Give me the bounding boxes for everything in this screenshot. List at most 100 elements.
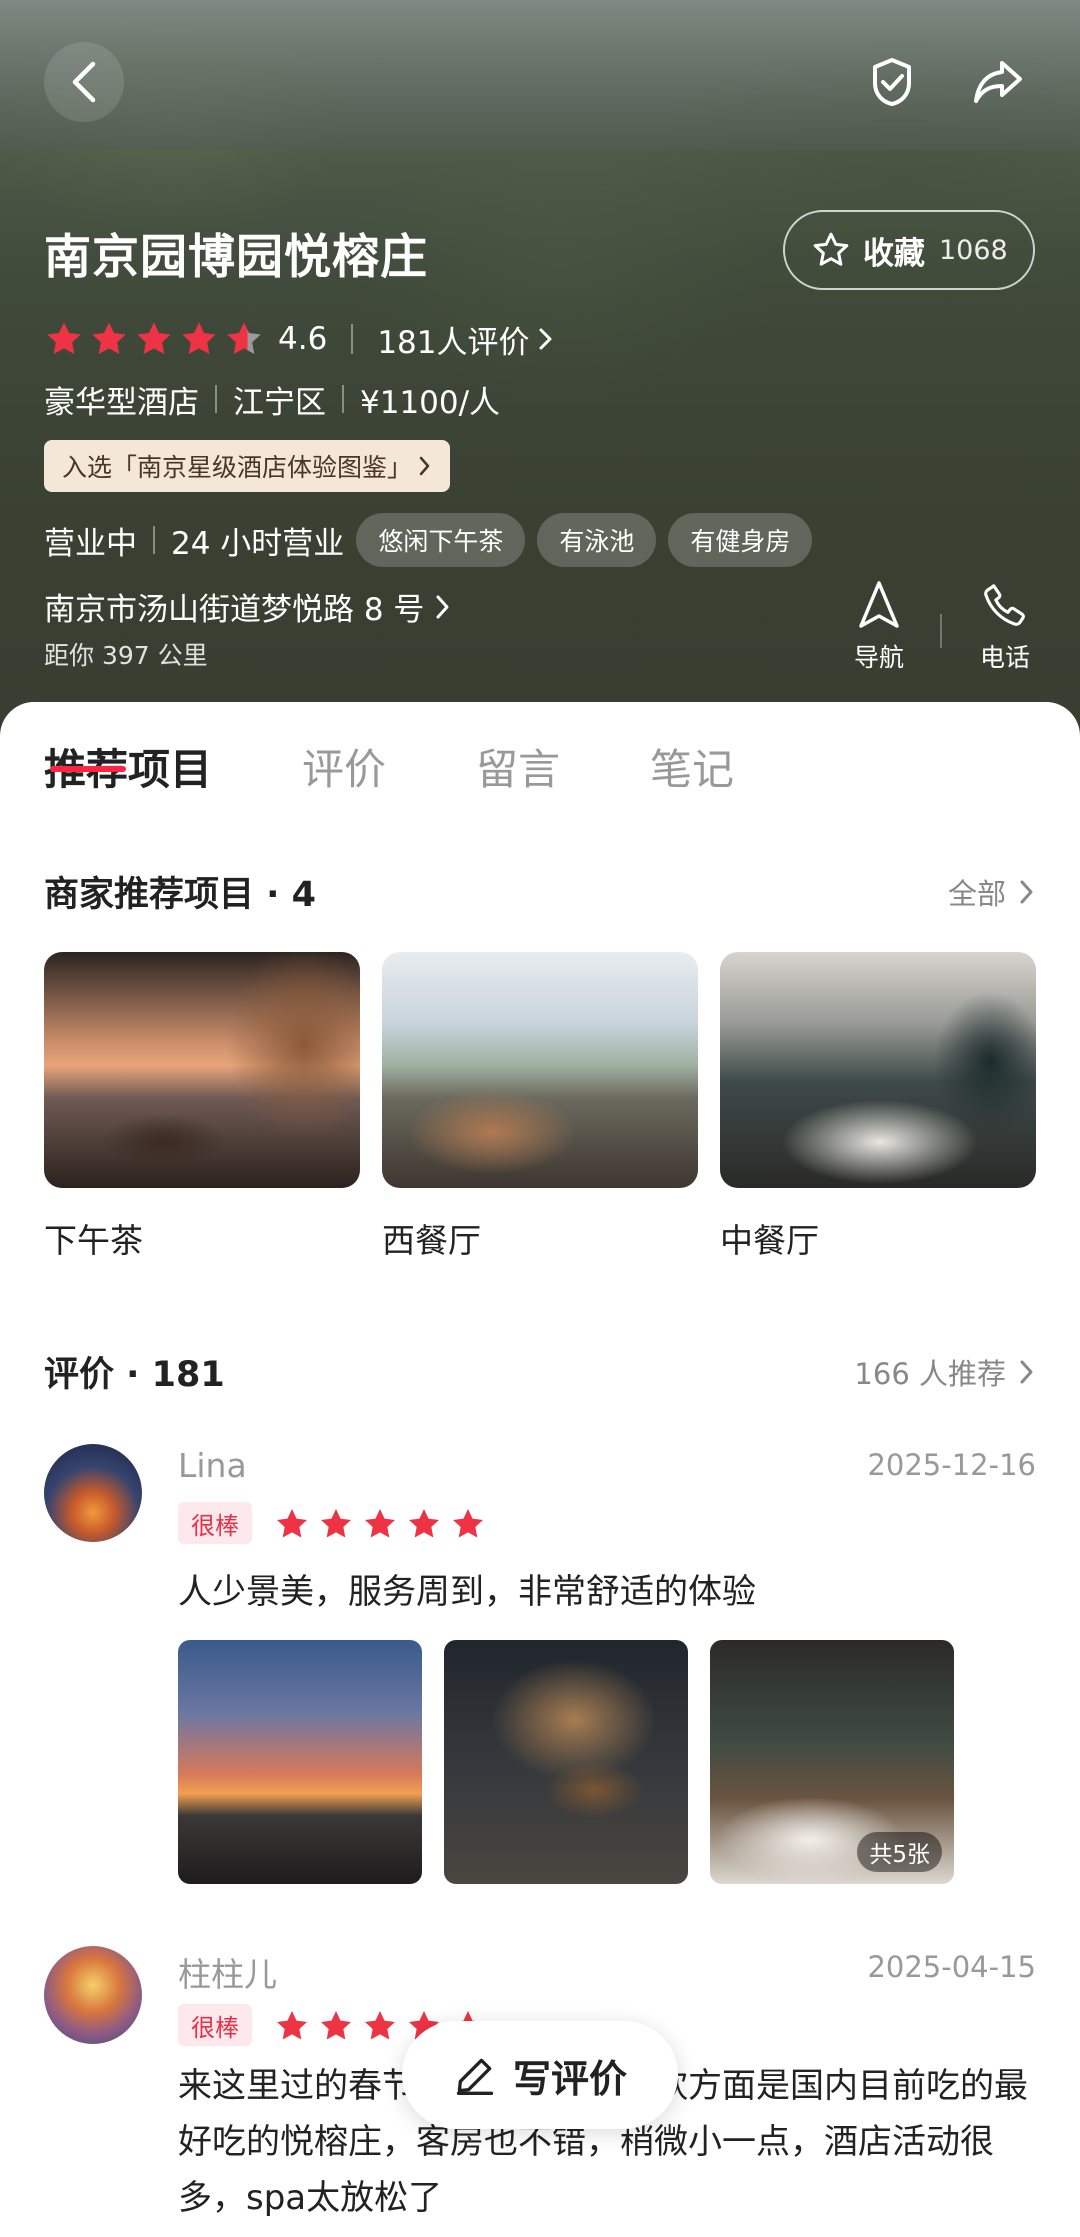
favorite-button[interactable]: 收藏 1068 <box>783 210 1035 290</box>
recommend-item-western-restaurant[interactable]: 西餐厅 <box>382 952 698 1262</box>
pencil-icon <box>456 2058 494 2095</box>
navigate-label: 导航 <box>853 643 904 672</box>
reviews-recommend-link[interactable]: 166 人推荐 <box>854 1351 1036 1393</box>
reviews-recommend-label: 166 人推荐 <box>854 1356 1006 1391</box>
tab-messages[interactable]: 留言 <box>476 736 560 800</box>
rating-stars <box>44 319 264 359</box>
star-icon <box>365 1509 395 1538</box>
review-photo[interactable] <box>444 1640 688 1884</box>
recommend-item-chinese-restaurant[interactable]: 中餐厅 <box>720 952 1036 1262</box>
verified-button[interactable] <box>852 42 932 122</box>
star-icon <box>47 322 81 354</box>
favorite-label: 收藏 <box>863 235 925 272</box>
review-count-label: 181人评价 <box>377 324 530 361</box>
recommend-item-name: 西餐厅 <box>382 1221 481 1260</box>
feature-chip-gym[interactable]: 有健身房 <box>668 513 813 567</box>
content-panel: 推荐项目 评价 留言 笔记 商家推荐项目 · 4 全部 下午茶 西餐厅 中餐厅 … <box>0 702 1080 2237</box>
chevron-left-icon <box>72 61 96 103</box>
rating-row: 4.6 181人评价 <box>44 316 555 362</box>
review-photo[interactable]: 共5张 <box>710 1640 954 1884</box>
review-username[interactable]: 柱柱儿 <box>178 1948 277 1996</box>
star-icon <box>182 322 216 354</box>
hotel-hero-header: 南京园博园悦榕庄 收藏 1068 4.6 181人评价 豪华型酒店 江宁区 ¥1… <box>0 0 1080 740</box>
review-count-link[interactable]: 181人评价 <box>377 317 555 362</box>
navigate-button[interactable]: 导航 <box>834 580 924 674</box>
recommend-item-afternoon-tea[interactable]: 下午茶 <box>44 952 360 1262</box>
favorite-count: 1068 <box>939 234 1008 266</box>
call-label: 电话 <box>979 643 1030 672</box>
award-badge[interactable]: 入选「南京星级酒店体验图鉴」 <box>44 440 451 492</box>
avatar[interactable] <box>44 1946 142 2044</box>
rating-score: 4.6 <box>278 321 328 357</box>
review-item[interactable]: Lina 2025-12-16 很棒 人少景美，服务周到，非常舒适的体验 共5张 <box>44 1444 1036 1894</box>
chevron-right-icon <box>539 328 552 350</box>
hotel-price: ¥1100/人 <box>360 384 501 421</box>
phone-icon <box>984 584 1025 626</box>
star-icon <box>409 1509 439 1538</box>
recommend-item-name: 下午茶 <box>44 1221 143 1260</box>
hotel-meta-row: 豪华型酒店 江宁区 ¥1100/人 <box>44 376 500 422</box>
recommend-all-label: 全部 <box>947 876 1006 911</box>
star-icon <box>277 2011 307 2040</box>
share-arrow-icon <box>974 61 1022 103</box>
distance-text: 距你 397 公里 <box>44 641 208 670</box>
reviews-section-header: 评价 · 181 166 人推荐 <box>44 1346 1036 1397</box>
chevron-right-icon <box>1020 880 1033 903</box>
avatar[interactable] <box>44 1444 142 1542</box>
review-date: 2025-12-16 <box>867 1448 1036 1482</box>
divider <box>342 385 344 413</box>
review-photo[interactable] <box>178 1640 422 1884</box>
photo-count-badge: 共5张 <box>857 1832 942 1872</box>
star-outline-icon <box>813 232 849 266</box>
chevron-right-icon <box>1020 1360 1033 1383</box>
review-text: 人少景美，服务周到，非常舒适的体验 <box>178 1572 756 1612</box>
review-stars <box>274 1506 486 1542</box>
business-status-row: 营业中 24 小时营业 悠闲下午茶 有泳池 有健身房 <box>44 512 813 568</box>
afternoon-tea-photo <box>44 952 360 1188</box>
back-button[interactable] <box>44 42 124 122</box>
open-status: 营业中 <box>44 525 137 562</box>
recommend-section-header: 商家推荐项目 · 4 全部 <box>44 866 1036 917</box>
feature-chip-afternoon-tea[interactable]: 悠闲下午茶 <box>356 513 526 567</box>
call-button[interactable]: 电话 <box>960 580 1050 674</box>
review-tag: 很棒 <box>178 2004 252 2046</box>
address-text: 南京市汤山街道梦悦路 8 号 <box>44 592 425 628</box>
tab-reviews[interactable]: 评价 <box>302 736 386 800</box>
tab-bar: 推荐项目 评价 留言 笔记 <box>44 736 824 800</box>
hotel-category: 豪华型酒店 <box>44 384 199 421</box>
chevron-right-icon <box>419 456 430 476</box>
write-review-button[interactable]: 写评价 <box>402 2021 678 2129</box>
tab-notes[interactable]: 笔记 <box>650 736 734 800</box>
reviews-title: 评价 · 181 <box>44 1355 225 1395</box>
check-badge-icon <box>873 58 911 106</box>
hotel-district: 江宁区 <box>233 384 326 421</box>
star-icon <box>321 1509 351 1538</box>
recommend-title: 商家推荐项目 · 4 <box>44 875 317 915</box>
review-tag: 很棒 <box>178 1502 252 1544</box>
award-label: 入选「南京星级酒店体验图鉴」 <box>62 453 413 482</box>
share-button[interactable] <box>958 42 1038 122</box>
star-icon <box>92 322 126 354</box>
star-icon <box>137 322 171 354</box>
active-tab-indicator <box>50 766 126 772</box>
review-date: 2025-04-15 <box>867 1950 1036 1984</box>
divider <box>351 324 354 354</box>
divider <box>153 526 155 554</box>
star-half-icon <box>227 322 261 354</box>
star-icon <box>453 1509 483 1538</box>
star-icon <box>365 2011 395 2040</box>
chevron-right-icon <box>436 595 449 618</box>
opening-hours: 24 小时营业 <box>171 525 345 562</box>
recommend-item-name: 中餐厅 <box>720 1221 819 1260</box>
write-review-label: 写评价 <box>512 2056 627 2101</box>
feature-chip-pool[interactable]: 有泳池 <box>537 513 657 567</box>
review-photos: 共5张 <box>178 1640 954 1884</box>
review-username[interactable]: Lina <box>178 1446 247 1485</box>
recommend-all-link[interactable]: 全部 <box>948 871 1036 913</box>
hotel-name: 南京园博园悦榕庄 <box>44 230 428 285</box>
recommend-list: 下午茶 西餐厅 中餐厅 <box>44 952 1036 1262</box>
star-icon <box>277 1509 307 1538</box>
divider <box>215 385 217 413</box>
chinese-restaurant-photo <box>720 952 1036 1188</box>
address-link[interactable]: 南京市汤山街道梦悦路 8 号 <box>44 584 452 629</box>
